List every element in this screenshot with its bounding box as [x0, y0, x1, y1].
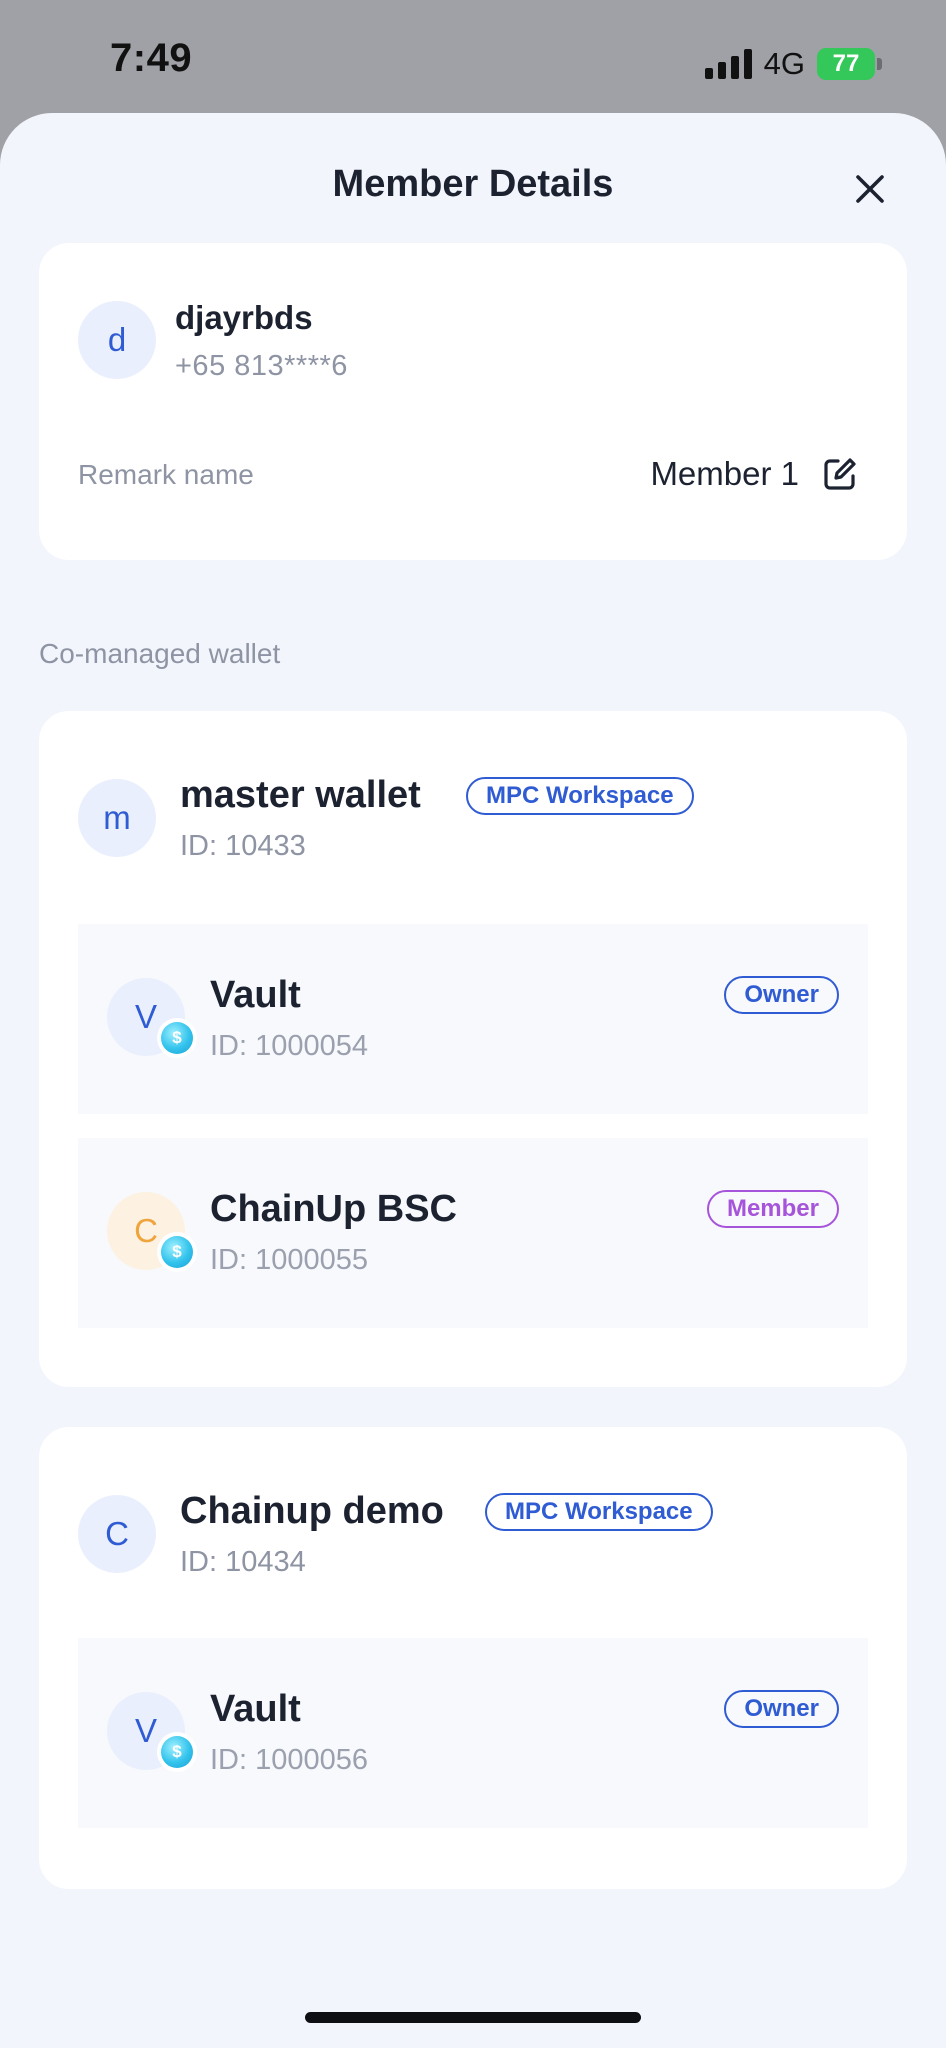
wallet-id: ID: 10433	[180, 830, 306, 862]
battery-level: 77	[832, 50, 860, 77]
vault-avatar: V $	[107, 978, 197, 1058]
member-details-sheet: Member Details d djayrbds +65 813****6 R…	[0, 113, 946, 2048]
vault-avatar: C $	[107, 1192, 197, 1272]
vault-item[interactable]: V $ Vault ID: 1000054 Owner	[78, 924, 868, 1114]
member-card: d djayrbds +65 813****6 Remark name Memb…	[39, 243, 907, 560]
remark-value[interactable]: Member 1	[650, 455, 799, 493]
coin-icon: $	[157, 1732, 197, 1772]
role-badge-member: Member	[706, 1190, 839, 1228]
network-label: 4G	[763, 46, 805, 81]
mpc-workspace-tag: MPC Workspace	[466, 777, 694, 815]
edit-remark-button[interactable]	[821, 455, 859, 493]
role-badge-owner: Owner	[724, 1690, 839, 1728]
vault-item[interactable]: V $ Vault ID: 1000056 Owner	[78, 1638, 868, 1828]
close-icon	[856, 175, 884, 203]
close-button[interactable]	[850, 169, 890, 209]
section-label-co-managed: Co-managed wallet	[39, 638, 281, 669]
member-name: djayrbds	[175, 299, 313, 336]
role-badge-owner: Owner	[724, 976, 839, 1014]
vault-id: ID: 1000056	[210, 1744, 369, 1776]
member-phone: +65 813****6	[175, 350, 348, 382]
member-avatar: d	[78, 301, 156, 379]
wallet-card: m master wallet MPC Workspace ID: 10433 …	[39, 711, 907, 1387]
wallet-id: ID: 10434	[180, 1546, 306, 1578]
vault-name: Vault	[210, 1688, 301, 1730]
wallet-name[interactable]: master wallet	[180, 774, 421, 817]
remark-label: Remark name	[78, 459, 254, 490]
status-indicators: 4G 77	[704, 46, 882, 82]
coin-icon: $	[157, 1018, 197, 1058]
battery-icon: 77	[817, 48, 882, 80]
status-time: 7:49	[110, 36, 193, 80]
wallet-avatar: C	[78, 1495, 156, 1573]
vault-id: ID: 1000054	[210, 1030, 369, 1062]
sheet-title: Member Details	[332, 163, 614, 205]
signal-icon	[704, 49, 752, 79]
wallet-card: C Chainup demo MPC Workspace ID: 10434 V…	[39, 1427, 907, 1889]
vault-name: ChainUp BSC	[210, 1188, 457, 1230]
coin-icon: $	[157, 1232, 197, 1272]
edit-icon	[824, 458, 856, 490]
mpc-workspace-tag: MPC Workspace	[485, 1493, 713, 1531]
vault-item[interactable]: C $ ChainUp BSC ID: 1000055 Member	[78, 1138, 868, 1328]
vault-name: Vault	[210, 974, 301, 1016]
wallet-name[interactable]: Chainup demo	[180, 1490, 444, 1533]
status-bar: 7:49 4G 77	[0, 0, 946, 120]
vault-avatar: V $	[107, 1692, 197, 1772]
vault-id: ID: 1000055	[210, 1244, 369, 1276]
wallet-avatar: m	[78, 779, 156, 857]
home-indicator	[305, 2012, 641, 2023]
